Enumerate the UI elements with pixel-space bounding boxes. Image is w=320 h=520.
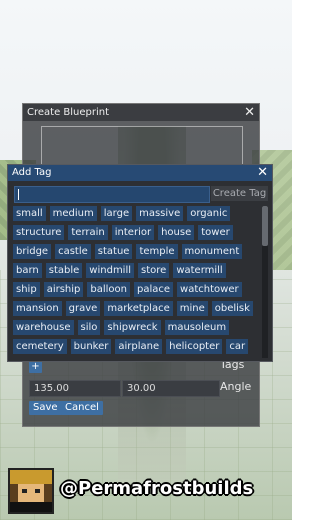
- tag-chip-ship[interactable]: ship: [13, 282, 40, 297]
- save-button[interactable]: Save: [29, 401, 62, 415]
- add-tag-close-icon[interactable]: ✕: [257, 165, 268, 181]
- tag-chip-tower[interactable]: tower: [198, 225, 233, 240]
- tag-chip-small[interactable]: small: [13, 206, 46, 221]
- tag-chip-watchtower[interactable]: watchtower: [177, 282, 242, 297]
- tag-chip-medium[interactable]: medium: [49, 206, 97, 221]
- avatar: [8, 468, 54, 514]
- tag-chip-terrain[interactable]: terrain: [68, 225, 108, 240]
- tag-chip-helicopter[interactable]: helicopter: [166, 339, 223, 354]
- blueprint-title: Create Blueprint: [27, 107, 110, 118]
- blueprint-titlebar: Create Blueprint ✕: [23, 104, 259, 121]
- add-tag-dialog: Add Tag ✕ Create Tag small medium large mas…: [7, 164, 273, 362]
- blueprint-preview-frame: [41, 126, 243, 167]
- tag-chip-house[interactable]: house: [158, 225, 195, 240]
- tag-chip-temple[interactable]: temple: [136, 244, 178, 259]
- tag-chip-airship[interactable]: airship: [43, 282, 84, 297]
- tag-chip-stable[interactable]: stable: [45, 263, 83, 278]
- tag-chip-bridge[interactable]: bridge: [13, 244, 52, 259]
- angle-yaw-field[interactable]: 135.00: [29, 380, 121, 397]
- tag-chip-monument[interactable]: monument: [181, 244, 243, 259]
- tag-chip-mine[interactable]: mine: [176, 301, 208, 316]
- tag-chip-marketplace[interactable]: marketplace: [104, 301, 173, 316]
- tag-chip-airplane[interactable]: airplane: [115, 339, 163, 354]
- tag-chip-store[interactable]: store: [138, 263, 170, 278]
- tag-chip-silo[interactable]: silo: [77, 320, 101, 335]
- tag-list: small medium large massive organic structure t…: [13, 206, 255, 359]
- add-tag-button[interactable]: +: [29, 361, 42, 373]
- tag-search-input[interactable]: [14, 186, 210, 203]
- tag-chip-mansion[interactable]: mansion: [13, 301, 62, 316]
- angle-pitch-field[interactable]: 30.00: [122, 380, 220, 397]
- tag-chip-shipwreck[interactable]: shipwreck: [104, 320, 161, 335]
- tag-chip-balloon[interactable]: balloon: [87, 282, 130, 297]
- tag-chip-organic[interactable]: organic: [187, 206, 231, 221]
- tag-chip-mausoleum[interactable]: mausoleum: [164, 320, 230, 335]
- tag-chip-statue[interactable]: statue: [94, 244, 133, 259]
- add-tag-titlebar: Add Tag ✕: [8, 165, 272, 181]
- tag-chip-castle[interactable]: castle: [55, 244, 91, 259]
- angle-label: Angle: [220, 380, 252, 393]
- tag-chip-palace[interactable]: palace: [134, 282, 174, 297]
- tag-chip-car[interactable]: car: [226, 339, 249, 354]
- tag-chip-cemetery[interactable]: cemetery: [13, 339, 67, 354]
- cancel-button[interactable]: Cancel: [61, 401, 103, 415]
- tag-chip-large[interactable]: large: [100, 206, 133, 221]
- text-caret: [18, 189, 19, 200]
- tag-chip-structure[interactable]: structure: [13, 225, 65, 240]
- tag-chip-warehouse[interactable]: warehouse: [13, 320, 74, 335]
- tag-chip-obelisk[interactable]: obelisk: [211, 301, 253, 316]
- tag-chip-massive[interactable]: massive: [136, 206, 184, 221]
- tag-chip-bunker[interactable]: bunker: [70, 339, 112, 354]
- tag-chip-windmill[interactable]: windmill: [86, 263, 135, 278]
- tag-chip-grave[interactable]: grave: [65, 301, 101, 316]
- tag-chip-barn[interactable]: barn: [13, 263, 42, 278]
- creator-handle: @Permafrostbuilds: [60, 478, 254, 499]
- scrollbar-thumb[interactable]: [262, 206, 268, 246]
- tag-chip-watermill[interactable]: watermill: [173, 263, 226, 278]
- add-tag-title: Add Tag: [12, 167, 52, 178]
- blueprint-close-icon[interactable]: ✕: [244, 104, 255, 121]
- tag-chip-interior[interactable]: interior: [111, 225, 155, 240]
- tag-list-scrollbar[interactable]: [262, 206, 268, 358]
- create-tag-button[interactable]: Create Tag: [211, 186, 268, 201]
